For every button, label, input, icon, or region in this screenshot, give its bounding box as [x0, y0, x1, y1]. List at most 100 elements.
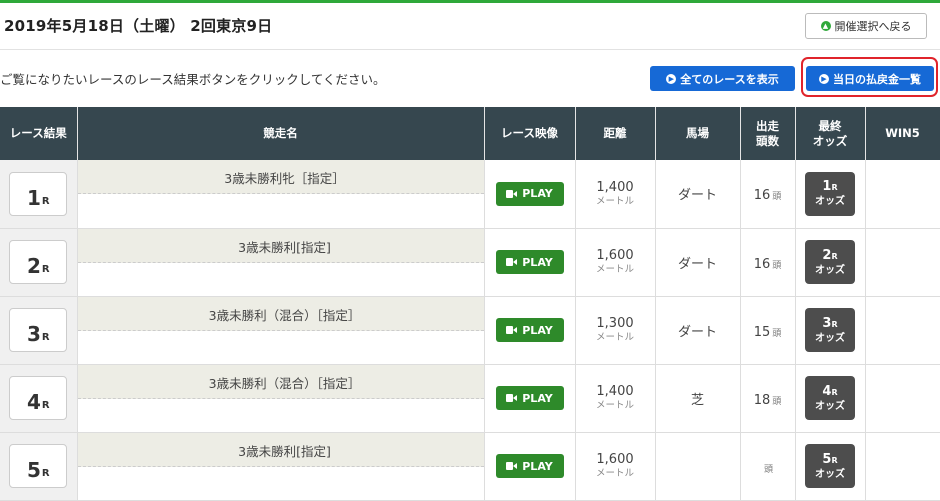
odds-race-suffix: R	[831, 455, 838, 465]
win5-cell	[865, 228, 940, 297]
video-cell: PLAY	[484, 228, 576, 297]
race-name: 3歳未勝利[指定]	[77, 228, 484, 263]
distance-cell: 1,600 メートル	[575, 228, 656, 297]
win5-cell	[865, 364, 940, 433]
show-all-races-label: 全てのレースを表示	[680, 72, 779, 86]
race-number: 1	[26, 185, 41, 210]
play-label: PLAY	[522, 187, 553, 201]
header-win5: WIN5	[865, 107, 940, 160]
final-odds-button[interactable]: 2R オッズ	[805, 240, 855, 284]
race-number: 2	[26, 254, 41, 278]
final-odds-button[interactable]: 5R オッズ	[805, 444, 855, 488]
race-name: 3歳未勝利（混合）［指定］	[77, 364, 484, 399]
race-result-button[interactable]: 1R	[9, 171, 68, 216]
race-row: 5 R 3歳未勝利[指定] PLAY 1,600 メートル頭 5R オッズ	[0, 432, 940, 501]
race-row: 2 R 3歳未勝利[指定] PLAY 1,600 メートル ダート 16 頭 2R オッズ	[0, 228, 940, 297]
race-number: 5	[26, 458, 41, 482]
play-label: PLAY	[522, 323, 553, 337]
race-result-button[interactable]: 2R	[9, 240, 68, 284]
header-track: 馬場	[655, 107, 741, 160]
odds-cell: 1R オッズ	[795, 160, 866, 229]
page-title: 2019年5月18日（土曜） 2回東京9日	[4, 17, 273, 35]
runners-cell: 15 頭	[740, 296, 796, 365]
play-video-button[interactable]: PLAY	[495, 318, 564, 342]
race-row: 3 R 3歳未勝利（混合）［指定］ PLAY 1,300 メートル ダート 15 頭 3R オッズ	[0, 296, 940, 365]
odds-race-suffix: R	[831, 251, 838, 261]
play-video-button[interactable]: PLAY	[495, 250, 564, 274]
header-race-name: 競走名	[77, 107, 485, 160]
play-video-button[interactable]: PLAY	[495, 386, 564, 410]
race-result-button[interactable]: 4R	[9, 376, 68, 420]
runners-unit: 頭	[772, 396, 782, 407]
track-cell: 芝	[655, 364, 741, 433]
win5-cell	[865, 296, 940, 365]
distance-cell: 1,400 メートル	[575, 160, 656, 229]
race-result-button[interactable]: 5R	[9, 444, 68, 488]
table-header-row: レース結果 競走名 レース映像 距離 馬場 出走 頭数 最終 オッズ WIN5	[0, 107, 940, 160]
chevron-right-icon: ▶	[819, 73, 829, 84]
odds-cell: 3R オッズ	[795, 296, 866, 365]
odds-cell: 4R オッズ	[795, 364, 866, 433]
race-name-cell: 3歳未勝利[指定]	[77, 228, 485, 297]
odds-label: オッズ	[815, 400, 845, 412]
race-name-spacer	[77, 330, 484, 364]
distance-unit: メートル	[595, 332, 634, 343]
odds-label: オッズ	[815, 468, 845, 480]
chevron-up-icon: ▲	[820, 21, 831, 31]
race-name: 3歳未勝利（混合）［指定］	[77, 296, 484, 331]
header-odds-line2: オッズ	[812, 133, 848, 148]
race-name-spacer	[77, 398, 484, 432]
distance-unit: メートル	[595, 195, 634, 207]
final-odds-button[interactable]: 4R オッズ	[805, 376, 855, 420]
distance-value: 1,300	[596, 316, 634, 331]
runners-count: 18	[753, 392, 771, 408]
race-number: 4	[26, 390, 41, 414]
runners-count: 16	[753, 188, 771, 204]
race-name-cell: 3歳未勝利（混合）［指定］	[77, 364, 485, 433]
race-result-cell: 5R	[0, 432, 78, 501]
odds-label: オッズ	[815, 264, 845, 276]
runners-cell: 18 頭	[740, 364, 796, 433]
play-video-button[interactable]: PLAY	[495, 181, 564, 206]
race-name-cell: 3歳未勝利（混合）［指定］	[77, 296, 485, 365]
odds-race-suffix: R	[831, 387, 838, 397]
race-suffix: R	[41, 332, 50, 343]
final-odds-button[interactable]: 1R オッズ	[805, 171, 855, 216]
header-odds-line1: 最終	[818, 118, 842, 133]
track-cell: ダート	[655, 228, 741, 297]
header-runners: 出走 頭数	[740, 107, 796, 160]
back-to-meeting-select-button[interactable]: ▲ 開催選択へ戻る	[805, 13, 927, 39]
win5-cell	[865, 160, 940, 229]
odds-race-suffix: R	[831, 319, 838, 329]
video-camera-icon	[506, 462, 518, 470]
race-result-cell: 3R	[0, 296, 78, 365]
payout-list-label: 当日の払戻金一覧	[833, 72, 921, 86]
track-type: ダート	[677, 324, 717, 340]
payout-list-button[interactable]: ▶ 当日の払戻金一覧	[806, 66, 934, 91]
video-cell: PLAY	[484, 296, 576, 365]
track-type: ダート	[677, 256, 717, 272]
video-camera-icon	[506, 326, 518, 334]
race-result-cell: 1R	[0, 160, 78, 229]
show-all-races-button[interactable]: ▶ 全てのレースを表示	[650, 66, 795, 91]
runners-count: 15	[753, 324, 771, 340]
race-result-button[interactable]: 3R	[9, 308, 68, 352]
race-row: 4 R 3歳未勝利（混合）［指定］ PLAY 1,400 メートル芝 18 頭 4R オッズ	[0, 364, 940, 433]
distance-cell: 1,300 メートル	[575, 296, 656, 365]
race-name-spacer	[77, 466, 484, 500]
video-camera-icon	[506, 189, 518, 198]
runners-unit: 頭	[763, 464, 773, 475]
header-video: レース映像	[484, 107, 576, 160]
header-final-odds: 最終 オッズ	[795, 107, 866, 160]
video-camera-icon	[506, 394, 518, 402]
video-cell: PLAY	[484, 364, 576, 433]
race-result-cell: 4R	[0, 364, 78, 433]
race-name-spacer	[77, 194, 484, 228]
track-type: ダート	[677, 188, 717, 204]
chevron-right-icon: ▶	[666, 73, 677, 84]
distance-value: 1,600	[596, 452, 634, 467]
track-cell	[655, 432, 741, 501]
play-video-button[interactable]: PLAY	[495, 454, 564, 478]
final-odds-button[interactable]: 3R オッズ	[805, 308, 855, 352]
track-type: 芝	[690, 392, 704, 408]
